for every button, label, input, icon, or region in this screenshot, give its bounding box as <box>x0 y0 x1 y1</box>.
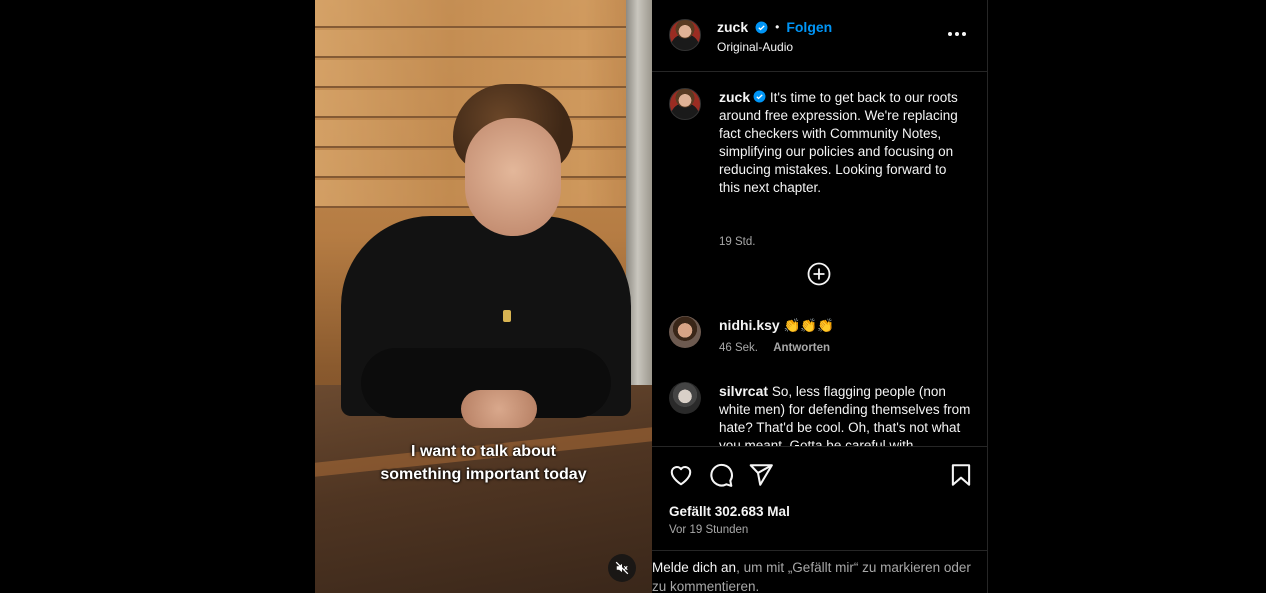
post-header: zuck • Folgen Original-Audio <box>652 0 987 72</box>
plus-circle-icon[interactable] <box>807 262 831 286</box>
avatar[interactable] <box>669 316 701 348</box>
heart-icon[interactable] <box>668 462 694 488</box>
comment-timestamp[interactable]: 46 Sek. <box>719 342 758 354</box>
wood-panel <box>315 30 652 58</box>
verified-badge-icon <box>753 90 766 103</box>
wood-panel <box>315 0 652 28</box>
avatar[interactable] <box>669 88 701 120</box>
action-bar: Gefällt 302.683 Mal Vor 19 Stunden <box>652 446 987 551</box>
login-prompt: Melde dich an, um mit „Gefällt mir“ zu m… <box>652 558 987 593</box>
speaker-figure <box>341 78 631 438</box>
comment-username[interactable]: silvrcat <box>719 383 768 399</box>
caption-username[interactable]: zuck <box>719 89 750 105</box>
comment-username[interactable]: nidhi.ksy <box>719 317 780 333</box>
comment-body: 👏👏👏 <box>783 318 834 333</box>
caption-text: zuck It's time to get back to our roots … <box>719 88 971 197</box>
share-icon[interactable] <box>748 462 774 488</box>
bookmark-icon[interactable] <box>948 462 974 488</box>
follow-button[interactable]: Folgen <box>786 19 832 35</box>
comment-meta: 46 Sek. Antworten <box>719 342 830 354</box>
subtitle-line: I want to talk about <box>411 443 556 460</box>
mute-button[interactable] <box>608 554 636 582</box>
speaker-hands <box>461 390 537 428</box>
username-link[interactable]: zuck <box>717 19 748 35</box>
caption-body: It's time to get back to our roots aroun… <box>719 90 958 195</box>
subtitle-line: something important today <box>380 466 587 483</box>
reel-video[interactable]: I want to talk about something important… <box>315 0 652 593</box>
avatar[interactable] <box>669 382 701 414</box>
header-user-line: zuck • Folgen <box>717 19 832 35</box>
more-options-icon[interactable] <box>948 32 966 36</box>
speaker-face <box>465 118 561 236</box>
login-link[interactable]: Melde dich an <box>652 560 736 575</box>
avatar[interactable] <box>669 19 701 51</box>
separator-dot: • <box>775 20 780 34</box>
comment-icon[interactable] <box>708 462 734 488</box>
reply-button[interactable]: Antworten <box>773 342 830 354</box>
video-subtitles: I want to talk about something important… <box>315 440 652 486</box>
post-timestamp[interactable]: Vor 19 Stunden <box>669 524 748 536</box>
comment-text: silvrcat So, less flagging people (non w… <box>719 382 971 446</box>
likes-count[interactable]: Gefällt 302.683 Mal <box>669 504 790 519</box>
necklace-pendant <box>503 310 511 322</box>
speaker-muted-icon <box>615 561 629 575</box>
comments-section[interactable]: zuck It's time to get back to our roots … <box>652 73 987 446</box>
comment-text: nidhi.ksy 👏👏👏 <box>719 316 971 335</box>
caption-timestamp[interactable]: 19 Std. <box>719 236 755 248</box>
audio-link[interactable]: Original-Audio <box>717 40 793 54</box>
verified-badge-icon <box>755 21 768 33</box>
post-side-panel: zuck • Folgen Original-Audio zuck It's t… <box>652 0 988 593</box>
